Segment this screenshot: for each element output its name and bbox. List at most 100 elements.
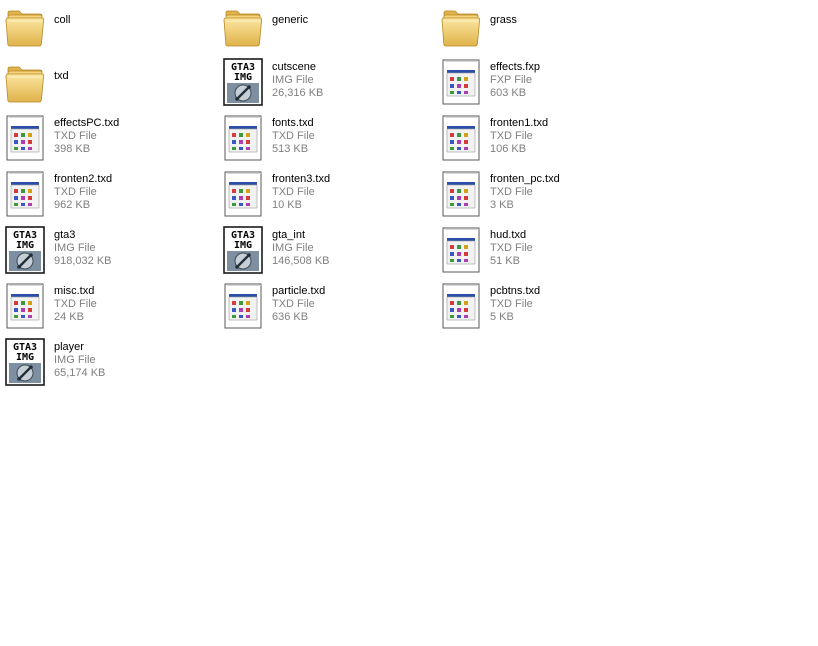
file-item[interactable]: effectsPC.txd TXD File 398 KB <box>5 114 223 170</box>
file-type: IMG File <box>54 242 96 254</box>
file-item[interactable]: particle.txd TXD File 636 KB <box>223 282 441 338</box>
generic-document-icon <box>441 226 481 278</box>
file-item[interactable]: GTA3 IMG gta_int IMG File 146,508 KB <box>223 226 441 282</box>
file-item[interactable]: generic <box>223 2 441 58</box>
svg-text:IMG: IMG <box>234 72 252 83</box>
file-size: 24 KB <box>54 311 84 323</box>
file-name: generic <box>272 14 309 26</box>
file-name: fronten1.txd <box>490 117 549 129</box>
file-size: 3 KB <box>490 199 514 211</box>
file-item[interactable]: GTA3 IMG cutscene IMG File 26,316 KB <box>223 58 441 114</box>
file-item[interactable]: coll <box>5 2 223 58</box>
generic-document-icon <box>441 170 481 222</box>
file-name: effectsPC.txd <box>54 117 120 129</box>
file-item[interactable]: effects.fxp FXP File 603 KB <box>441 58 659 114</box>
file-list-view: coll generic grass txd GTA3 IMG cutscene… <box>0 0 818 646</box>
file-info: effectsPC.txd TXD File 398 KB <box>45 114 119 156</box>
file-type: TXD File <box>272 298 315 310</box>
file-type: IMG File <box>272 242 314 254</box>
file-item[interactable]: fronten_pc.txd TXD File 3 KB <box>441 170 659 226</box>
folder-icon <box>5 58 45 110</box>
generic-document-icon <box>441 114 481 166</box>
file-name: player <box>54 341 84 353</box>
file-info: coll <box>45 2 71 27</box>
file-type: IMG File <box>272 74 314 86</box>
file-info: gta3 IMG File 918,032 KB <box>45 226 112 268</box>
file-name: txd <box>54 70 69 82</box>
file-size: 603 KB <box>490 87 527 99</box>
file-info: hud.txd TXD File 51 KB <box>481 226 533 268</box>
generic-document-icon <box>5 170 45 222</box>
folder-icon <box>5 2 45 54</box>
file-name: particle.txd <box>272 285 326 297</box>
generic-document-icon <box>223 282 263 334</box>
file-info: pcbtns.txd TXD File 5 KB <box>481 282 540 324</box>
file-name: hud.txd <box>490 229 527 241</box>
file-type: TXD File <box>54 130 97 142</box>
file-size: 398 KB <box>54 143 91 155</box>
gta3-img-icon: GTA3 IMG <box>5 226 45 278</box>
file-info: cutscene IMG File 26,316 KB <box>263 58 323 100</box>
file-name: misc.txd <box>54 285 95 297</box>
file-info: grass <box>481 2 517 27</box>
file-item[interactable]: fronten1.txd TXD File 106 KB <box>441 114 659 170</box>
file-type: TXD File <box>54 186 97 198</box>
file-size: 962 KB <box>54 199 91 211</box>
file-item[interactable]: txd <box>5 58 223 114</box>
file-name: gta3 <box>54 229 76 241</box>
file-size: 26,316 KB <box>272 87 324 99</box>
generic-document-icon <box>5 114 45 166</box>
file-type: TXD File <box>272 186 315 198</box>
file-info: gta_int IMG File 146,508 KB <box>263 226 330 268</box>
generic-document-icon <box>441 282 481 334</box>
gta3-img-icon: GTA3 IMG <box>223 226 263 278</box>
file-size: 636 KB <box>272 311 309 323</box>
file-name: cutscene <box>272 61 317 73</box>
file-item[interactable]: fonts.txd TXD File 513 KB <box>223 114 441 170</box>
file-info: misc.txd TXD File 24 KB <box>45 282 97 324</box>
file-info: effects.fxp FXP File 603 KB <box>481 58 540 100</box>
file-item[interactable]: fronten3.txd TXD File 10 KB <box>223 170 441 226</box>
file-type: TXD File <box>490 130 533 142</box>
file-item[interactable]: misc.txd TXD File 24 KB <box>5 282 223 338</box>
file-info: generic <box>263 2 308 27</box>
file-size: 106 KB <box>490 143 527 155</box>
gta3-img-icon: GTA3 IMG <box>223 58 263 110</box>
file-type: TXD File <box>490 186 533 198</box>
file-info: fronten2.txd TXD File 962 KB <box>45 170 112 212</box>
file-name: gta_int <box>272 229 306 241</box>
file-name: fonts.txd <box>272 117 314 129</box>
file-item[interactable]: GTA3 IMG gta3 IMG File 918,032 KB <box>5 226 223 282</box>
file-type: TXD File <box>272 130 315 142</box>
file-info: fonts.txd TXD File 513 KB <box>263 114 315 156</box>
file-info: txd <box>45 58 69 83</box>
file-name: grass <box>490 14 517 26</box>
file-type: FXP File <box>490 74 532 86</box>
file-name: coll <box>54 14 71 26</box>
file-info: player IMG File 65,174 KB <box>45 338 105 380</box>
file-size: 5 KB <box>490 311 514 323</box>
file-info: particle.txd TXD File 636 KB <box>263 282 325 324</box>
file-name: fronten3.txd <box>272 173 331 185</box>
file-type: TXD File <box>54 298 97 310</box>
file-info: fronten3.txd TXD File 10 KB <box>263 170 330 212</box>
generic-document-icon <box>441 58 481 110</box>
file-item[interactable]: hud.txd TXD File 51 KB <box>441 226 659 282</box>
file-name: pcbtns.txd <box>490 285 541 297</box>
folder-icon <box>441 2 481 54</box>
file-item[interactable]: pcbtns.txd TXD File 5 KB <box>441 282 659 338</box>
generic-document-icon <box>223 170 263 222</box>
generic-document-icon <box>223 114 263 166</box>
file-size: 513 KB <box>272 143 309 155</box>
file-item[interactable]: GTA3 IMG player IMG File 65,174 KB <box>5 338 223 394</box>
file-size: 918,032 KB <box>54 255 112 267</box>
file-item[interactable]: grass <box>441 2 659 58</box>
file-size: 65,174 KB <box>54 367 106 379</box>
gta3-img-icon: GTA3 IMG <box>5 338 45 390</box>
file-size: 10 KB <box>272 199 302 211</box>
file-item[interactable]: fronten2.txd TXD File 962 KB <box>5 170 223 226</box>
generic-document-icon <box>5 282 45 334</box>
file-info: fronten_pc.txd TXD File 3 KB <box>481 170 560 212</box>
file-name: fronten_pc.txd <box>490 173 560 185</box>
file-name: effects.fxp <box>490 61 540 73</box>
